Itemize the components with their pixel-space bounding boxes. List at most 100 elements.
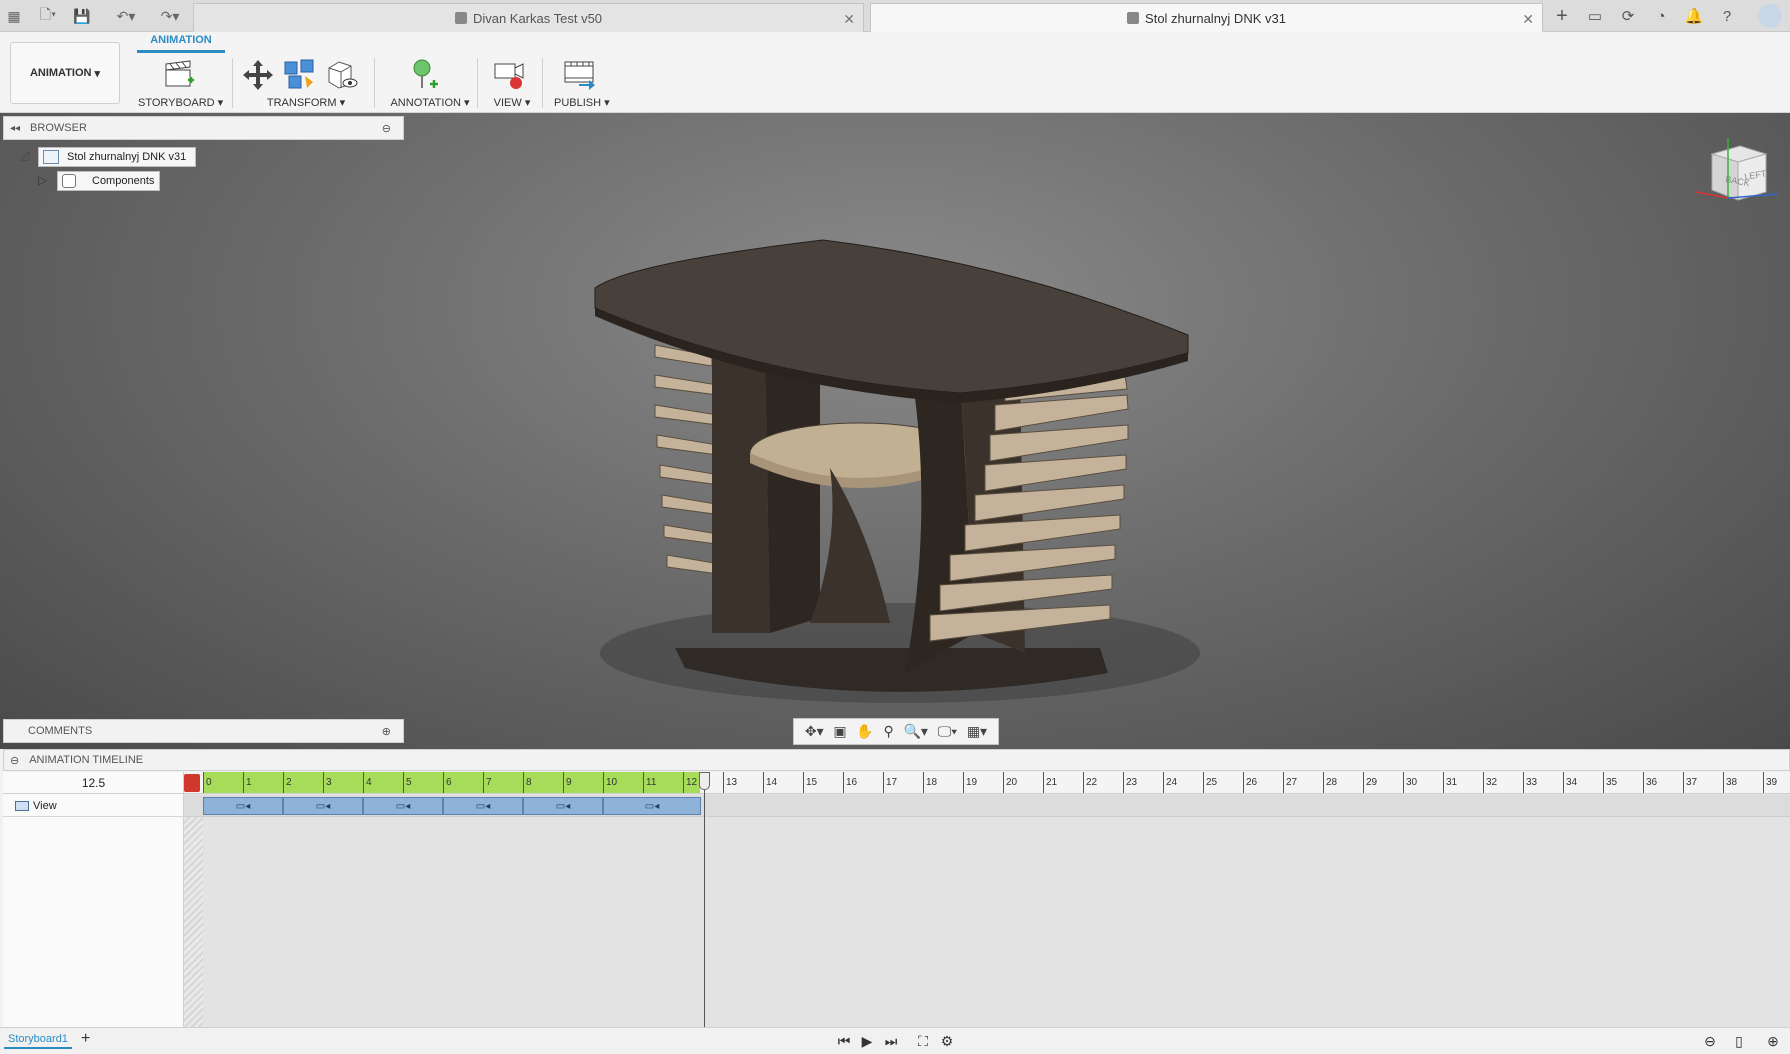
ruler-tick: 10 (603, 772, 617, 793)
divider (542, 58, 543, 108)
minimize-icon[interactable]: ⊖ (382, 122, 391, 135)
apps-grid-icon[interactable]: ▦ (4, 6, 24, 26)
ruler-tick: 12 (683, 772, 697, 793)
zoom-fit-icon[interactable]: ▯ (1729, 1031, 1749, 1051)
settings-gear-icon[interactable]: ⚙ (937, 1031, 957, 1051)
undo-icon[interactable]: ↶▾ (112, 6, 140, 26)
current-time-field[interactable]: 12.5 (3, 772, 184, 794)
move-icon[interactable] (240, 56, 276, 94)
help-icon[interactable]: ? (1717, 6, 1737, 26)
notifications-bell-icon[interactable]: 🔔 (1684, 6, 1704, 26)
ruler-tick: 19 (963, 772, 977, 793)
save-icon[interactable]: 💾 (72, 6, 92, 26)
job-status-icon[interactable]: ◔ (1651, 6, 1671, 26)
collapse-icon[interactable]: ⊖ (10, 754, 19, 767)
tab-animation[interactable]: ANIMATION (137, 34, 225, 53)
track-label: View (33, 799, 57, 812)
zoom-out-icon[interactable]: ⊖ (1700, 1031, 1720, 1051)
storyboard-tab[interactable]: Storyboard1 (4, 1031, 72, 1049)
publish-group[interactable]: PUBLISH ▾ (548, 56, 612, 110)
grid-icon[interactable]: ▦▾ (967, 723, 987, 740)
redo-icon[interactable]: ↷▾ (156, 6, 184, 26)
ruler-tick: 35 (1603, 772, 1617, 793)
tree-expand-arrow-icon[interactable]: ▷ (38, 173, 47, 187)
fit-zoom-icon[interactable]: 🔍▾ (904, 723, 928, 740)
new-tab-plus-icon[interactable]: + (1552, 5, 1572, 27)
new-storyboard-icon[interactable] (161, 56, 197, 94)
animation-timeline-header[interactable]: ⊖ ANIMATION TIMELINE (3, 749, 1790, 771)
ruler-tick: 38 (1723, 772, 1737, 793)
design-icon (454, 12, 467, 24)
ruler-tick: 14 (763, 772, 777, 793)
transform-menu[interactable]: TRANSFORM ▾ (264, 96, 348, 109)
collapse-panel-icon[interactable]: ◂◂ (10, 123, 20, 134)
comments-panel-header[interactable]: COMMENTS ⊕ (3, 719, 404, 743)
camera-clip[interactable]: ▭◂ (603, 797, 701, 815)
track-view[interactable]: View (3, 795, 184, 817)
ruler-tick: 27 (1283, 772, 1297, 793)
ruler-tick: 3 (323, 772, 332, 793)
ruler-tick: 34 (1563, 772, 1577, 793)
tree-expand-icon[interactable]: ◿ (20, 148, 29, 162)
document-tab-bar: ▦ 🗋▾ 💾 ↶▾ ↷▾ Divan Karkas Test v50 ✕ Sto… (0, 0, 1790, 32)
orbit-icon[interactable]: ✥▾ (805, 723, 824, 740)
ruler-tick: 6 (443, 772, 452, 793)
close-icon[interactable]: ✕ (843, 11, 855, 28)
browser-components-node[interactable]: Components (57, 171, 160, 191)
pan-hand-icon[interactable]: ✋ (856, 723, 873, 740)
camera-clip[interactable]: ▭◂ (203, 797, 283, 815)
ruler-tick: 26 (1243, 772, 1257, 793)
display-settings-icon[interactable]: 🖵▾ (938, 723, 957, 740)
playhead-handle[interactable] (699, 772, 710, 790)
restore-home-icon[interactable] (324, 56, 360, 94)
comments-icon[interactable]: ▭ (1585, 6, 1605, 26)
tab-stol-zhurnalnyj[interactable]: Stol zhurnalnyj DNK v31 ✕ (870, 3, 1543, 32)
camera-clip[interactable]: ▭◂ (523, 797, 603, 815)
tab-divan-karkas[interactable]: Divan Karkas Test v50 ✕ (193, 3, 864, 32)
add-storyboard-icon[interactable]: + (81, 1030, 90, 1048)
publish-video-icon[interactable] (562, 56, 598, 94)
camera-clip[interactable]: ▭◂ (363, 797, 443, 815)
user-avatar[interactable] (1758, 4, 1782, 28)
transform-components-icon[interactable] (282, 56, 318, 94)
view-group[interactable]: VIEW ▾ (484, 56, 540, 110)
play-icon[interactable]: ▶ (857, 1031, 877, 1051)
close-icon[interactable]: ✕ (1522, 11, 1534, 28)
timeline-area[interactable]: 0 1 2 3 4 5 6 7 8 9 10 11 12 13 14 15 16 17 18 19 20 21 22 23 24… (184, 772, 1790, 1027)
view-cube[interactable]: BACK LEFT (1688, 136, 1784, 216)
extensions-icon[interactable]: ⟳ (1618, 6, 1638, 26)
timeline-start-marker[interactable] (184, 774, 200, 792)
zoom-icon[interactable]: ⚲ (884, 723, 894, 740)
document-icon (43, 150, 59, 164)
file-menu-icon[interactable]: 🗋▾ (34, 6, 62, 26)
callout-add-icon[interactable] (407, 56, 443, 94)
annotation-menu[interactable]: ANNOTATION ▾ (387, 96, 473, 109)
fullscreen-icon[interactable]: ⛶ (913, 1031, 933, 1051)
storyboard-bar: Storyboard1 + ⏮ ▶ ⏭ ⛶ ⚙ ⊖ ▯ ⊕ (0, 1027, 1790, 1054)
workspace-switcher-button[interactable]: ANIMATION ▾ (10, 42, 120, 104)
look-at-icon[interactable]: ▣ (833, 723, 846, 740)
go-to-end-icon[interactable]: ⏭ (881, 1031, 901, 1051)
camera-clip[interactable]: ▭◂ (443, 797, 523, 815)
ruler-tick: 18 (923, 772, 937, 793)
annotation-group[interactable]: ANNOTATION ▾ (383, 56, 479, 110)
ruler-tick: 11 (643, 772, 656, 793)
camera-clip[interactable]: ▭◂ (283, 797, 363, 815)
go-to-start-icon[interactable]: ⏮ (834, 1031, 854, 1051)
3d-viewport[interactable] (0, 113, 1790, 749)
storyboard-group[interactable]: STORYBOARD ▾ (135, 56, 225, 110)
transform-group[interactable]: TRANSFORM ▾ (240, 56, 370, 110)
publish-menu[interactable]: PUBLISH ▾ (554, 96, 610, 109)
tab-title: Stol zhurnalnyj DNK v31 (1145, 10, 1286, 26)
browser-panel-header[interactable]: ◂◂ BROWSER ⊖ (3, 116, 404, 140)
zoom-in-icon[interactable]: ⊕ (1763, 1031, 1783, 1051)
ruler-tick: 25 (1203, 772, 1217, 793)
browser-root-node[interactable]: Stol zhurnalnyj DNK v31 (38, 147, 196, 167)
view-menu[interactable]: VIEW ▾ (492, 96, 532, 109)
add-comment-icon[interactable]: ⊕ (382, 725, 391, 738)
record-view-icon[interactable] (492, 56, 528, 94)
time-ruler[interactable]: 0 1 2 3 4 5 6 7 8 9 10 11 12 13 14 15 16 17 18 19 20 21 22 23 24… (184, 772, 1790, 794)
tab-title: Divan Karkas Test v50 (472, 10, 603, 26)
ruler-tick: 0 (203, 772, 212, 793)
storyboard-menu[interactable]: STORYBOARD ▾ (138, 96, 223, 109)
